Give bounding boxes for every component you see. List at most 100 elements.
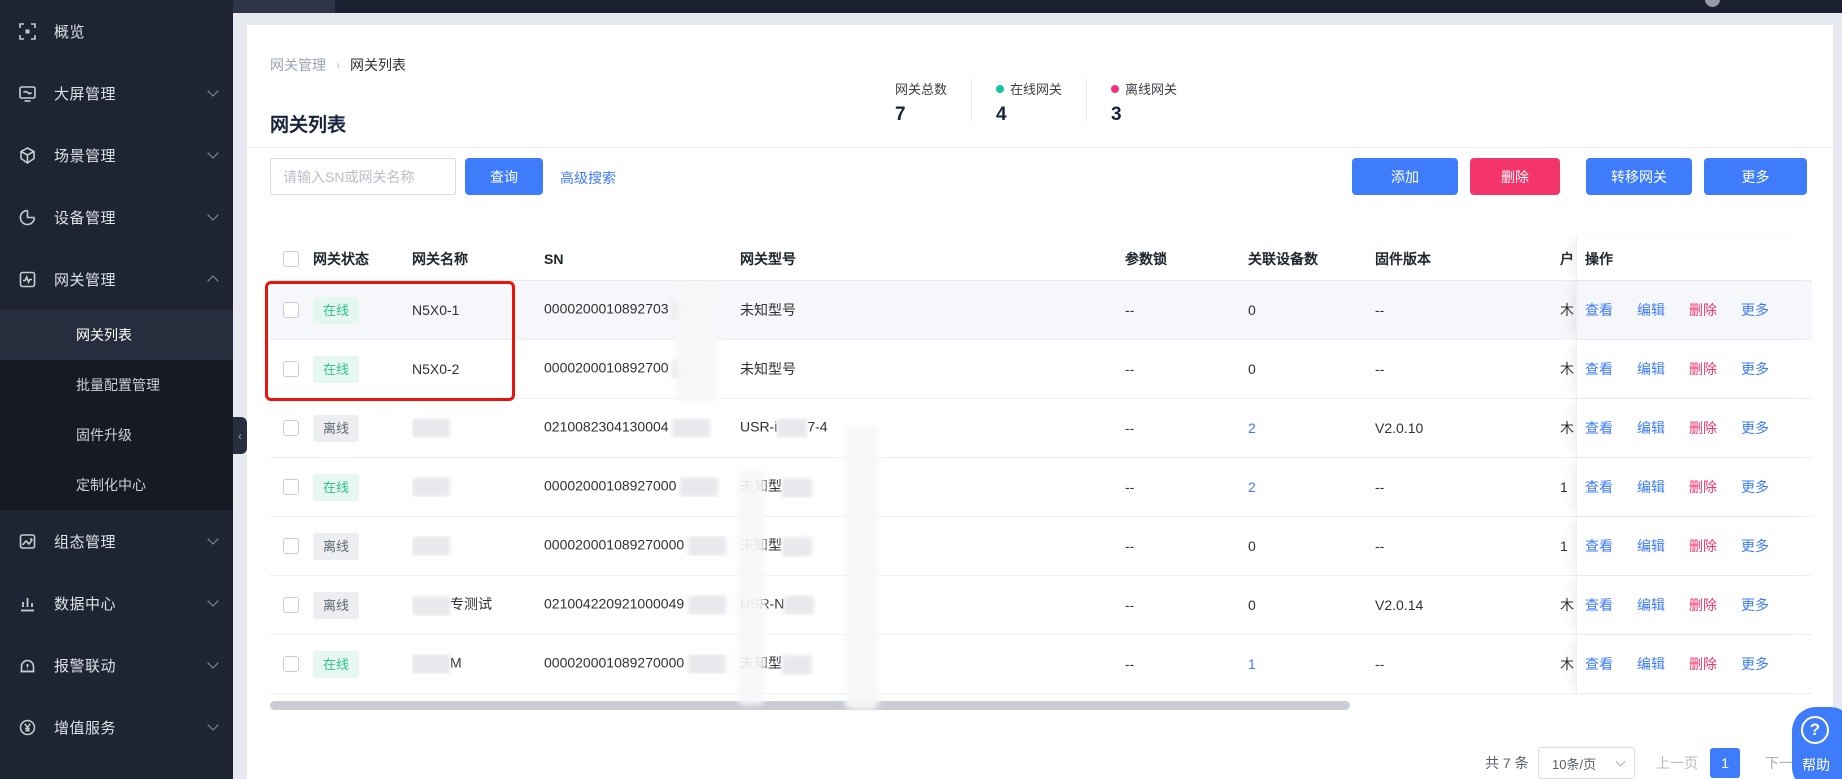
sidebar-item-big-screen[interactable]: 大屏管理 bbox=[0, 62, 233, 124]
firmware-cell: -- bbox=[1375, 361, 1560, 377]
view-link[interactable]: 查看 bbox=[1585, 654, 1613, 674]
column-header-param-lock: 参数锁 bbox=[1125, 249, 1248, 269]
table-row[interactable]: 在线 00002000108927000 未知型 -- 2 -- 1 查看 编辑… bbox=[270, 458, 1812, 517]
search-input[interactable] bbox=[270, 158, 456, 195]
submenu-label: 批量配置管理 bbox=[76, 375, 160, 395]
row-checkbox[interactable] bbox=[283, 420, 299, 436]
redacted-blob bbox=[412, 596, 450, 616]
pagination-total: 共 7 条 bbox=[1485, 741, 1529, 779]
help-button[interactable]: ? 帮助 bbox=[1792, 707, 1842, 779]
edit-link[interactable]: 编辑 bbox=[1637, 359, 1665, 379]
edit-link[interactable]: 编辑 bbox=[1637, 477, 1665, 497]
advanced-search-link[interactable]: 高级搜索 bbox=[560, 168, 616, 188]
stat-divider bbox=[971, 79, 972, 121]
delete-link[interactable]: 删除 bbox=[1689, 300, 1717, 320]
clipped-column-cell: 1 bbox=[1560, 479, 1576, 495]
sidebar-item-label: 组态管理 bbox=[54, 531, 209, 552]
view-link[interactable]: 查看 bbox=[1585, 595, 1613, 615]
model-cell: USR-N bbox=[740, 595, 1125, 615]
row-more-link[interactable]: 更多 bbox=[1741, 300, 1769, 320]
table-row[interactable]: 在线 M 000020001089270000 未知型 -- 1 -- 木 查看… bbox=[270, 635, 1812, 694]
row-more-link[interactable]: 更多 bbox=[1741, 536, 1769, 556]
sn-cell: 00002000108927000 bbox=[544, 477, 740, 497]
sidebar-item-scene[interactable]: 场景管理 bbox=[0, 124, 233, 186]
row-checkbox[interactable] bbox=[283, 302, 299, 318]
sidebar-item-data-center[interactable]: 数据中心 bbox=[0, 572, 233, 634]
table-header-row: 网关状态 网关名称 SN 网关型号 参数锁 关联设备数 固件版本 户 操作 bbox=[270, 237, 1812, 281]
delete-link[interactable]: 删除 bbox=[1689, 536, 1717, 556]
table-row[interactable]: 离线 000020001089270000 未知型 -- 0 -- 1 查看 编… bbox=[270, 517, 1812, 576]
row-more-link[interactable]: 更多 bbox=[1741, 359, 1769, 379]
param-lock-cell: -- bbox=[1125, 479, 1248, 495]
sidebar-item-customization[interactable]: 定制化中心 bbox=[0, 460, 233, 510]
delete-button[interactable]: 删除 bbox=[1470, 158, 1560, 195]
sidebar-item-gateway[interactable]: 网关管理 bbox=[0, 248, 233, 310]
sidebar-item-gateway-list[interactable]: 网关列表 bbox=[0, 310, 233, 360]
breadcrumb-parent[interactable]: 网关管理 bbox=[270, 55, 326, 75]
row-more-link[interactable]: 更多 bbox=[1741, 595, 1769, 615]
sidebar-item-overview[interactable]: 概览 bbox=[0, 0, 233, 62]
delete-link[interactable]: 删除 bbox=[1689, 477, 1717, 497]
user-avatar[interactable] bbox=[1705, 0, 1720, 7]
row-checkbox[interactable] bbox=[283, 361, 299, 377]
delete-link[interactable]: 删除 bbox=[1689, 595, 1717, 615]
row-checkbox[interactable] bbox=[283, 479, 299, 495]
view-link[interactable]: 查看 bbox=[1585, 477, 1613, 497]
sidebar-item-hmi[interactable]: 组态管理 bbox=[0, 510, 233, 572]
edit-link[interactable]: 编辑 bbox=[1637, 595, 1665, 615]
edit-link[interactable]: 编辑 bbox=[1637, 418, 1665, 438]
alarm-icon bbox=[18, 656, 37, 675]
sidebar-item-device[interactable]: 设备管理 bbox=[0, 186, 233, 248]
add-button[interactable]: 添加 bbox=[1352, 158, 1458, 195]
view-link[interactable]: 查看 bbox=[1585, 359, 1613, 379]
select-all-checkbox[interactable] bbox=[283, 251, 299, 267]
delete-link[interactable]: 删除 bbox=[1689, 654, 1717, 674]
row-more-link[interactable]: 更多 bbox=[1741, 418, 1769, 438]
sidebar-item-label: 网关管理 bbox=[54, 269, 209, 290]
horizontal-scrollbar[interactable] bbox=[270, 701, 1350, 710]
sidebar-item-value-service[interactable]: 增值服务 bbox=[0, 696, 233, 758]
view-link[interactable]: 查看 bbox=[1585, 300, 1613, 320]
edit-link[interactable]: 编辑 bbox=[1637, 300, 1665, 320]
delete-link[interactable]: 删除 bbox=[1689, 418, 1717, 438]
view-link[interactable]: 查看 bbox=[1585, 418, 1613, 438]
table-row[interactable]: 在线 N5X0-1 0000200010892703 未知型号 -- 0 -- … bbox=[270, 281, 1812, 340]
row-more-link[interactable]: 更多 bbox=[1741, 654, 1769, 674]
column-header-model: 网关型号 bbox=[740, 249, 1125, 269]
current-page-button[interactable]: 1 bbox=[1710, 748, 1740, 778]
edit-link[interactable]: 编辑 bbox=[1637, 654, 1665, 674]
pagination-bar: 共 7 条 10条/页 上一页 1 下一页 前往 页 bbox=[233, 741, 1842, 779]
stat-value: 4 bbox=[996, 104, 1062, 126]
more-button[interactable]: 更多 bbox=[1704, 158, 1807, 195]
sidebar-collapse-handle[interactable]: ‹ bbox=[233, 417, 247, 454]
edit-link[interactable]: 编辑 bbox=[1637, 536, 1665, 556]
model-cell: 未知型 bbox=[740, 476, 1125, 497]
device-count-cell: 0 bbox=[1248, 597, 1375, 613]
transfer-gateway-button[interactable]: 转移网关 bbox=[1586, 158, 1692, 195]
prev-page-button[interactable]: 上一页 bbox=[1656, 741, 1698, 779]
delete-link[interactable]: 删除 bbox=[1689, 359, 1717, 379]
sidebar-item-batch-config[interactable]: 批量配置管理 bbox=[0, 360, 233, 410]
table-row[interactable]: 离线 专测试 021004220921000049 USR-N -- 0 V2.… bbox=[270, 576, 1812, 635]
table-row[interactable]: 在线 N5X0-2 0000200010892700 未知型号 -- 0 -- … bbox=[270, 340, 1812, 399]
table-row[interactable]: 离线 0210082304130004 USR-i7-4 -- 2 V2.0.1… bbox=[270, 399, 1812, 458]
gateway-name-cell: 专测试 bbox=[412, 594, 544, 615]
view-link[interactable]: 查看 bbox=[1585, 536, 1613, 556]
column-header-actions: 操作 bbox=[1576, 237, 1812, 280]
sidebar-item-alarm[interactable]: 报警联动 bbox=[0, 634, 233, 696]
row-checkbox[interactable] bbox=[283, 538, 299, 554]
submenu-label: 固件升级 bbox=[76, 425, 132, 445]
sn-cell: 021004220921000049 bbox=[544, 595, 740, 615]
row-checkbox[interactable] bbox=[283, 597, 299, 613]
top-bar-active-tab[interactable] bbox=[233, 0, 335, 13]
redacted-blob bbox=[672, 359, 710, 379]
gateway-submenu: 网关列表 批量配置管理 固件升级 定制化中心 bbox=[0, 310, 233, 510]
row-checkbox[interactable] bbox=[283, 656, 299, 672]
page-size-select[interactable]: 10条/页 bbox=[1538, 747, 1635, 779]
row-more-link[interactable]: 更多 bbox=[1741, 477, 1769, 497]
help-label: 帮助 bbox=[1802, 755, 1830, 775]
query-button[interactable]: 查询 bbox=[465, 158, 543, 195]
sidebar-item-firmware-upgrade[interactable]: 固件升级 bbox=[0, 410, 233, 460]
redacted-blob bbox=[672, 418, 710, 438]
model-cell: 未知型号 bbox=[740, 359, 1125, 379]
